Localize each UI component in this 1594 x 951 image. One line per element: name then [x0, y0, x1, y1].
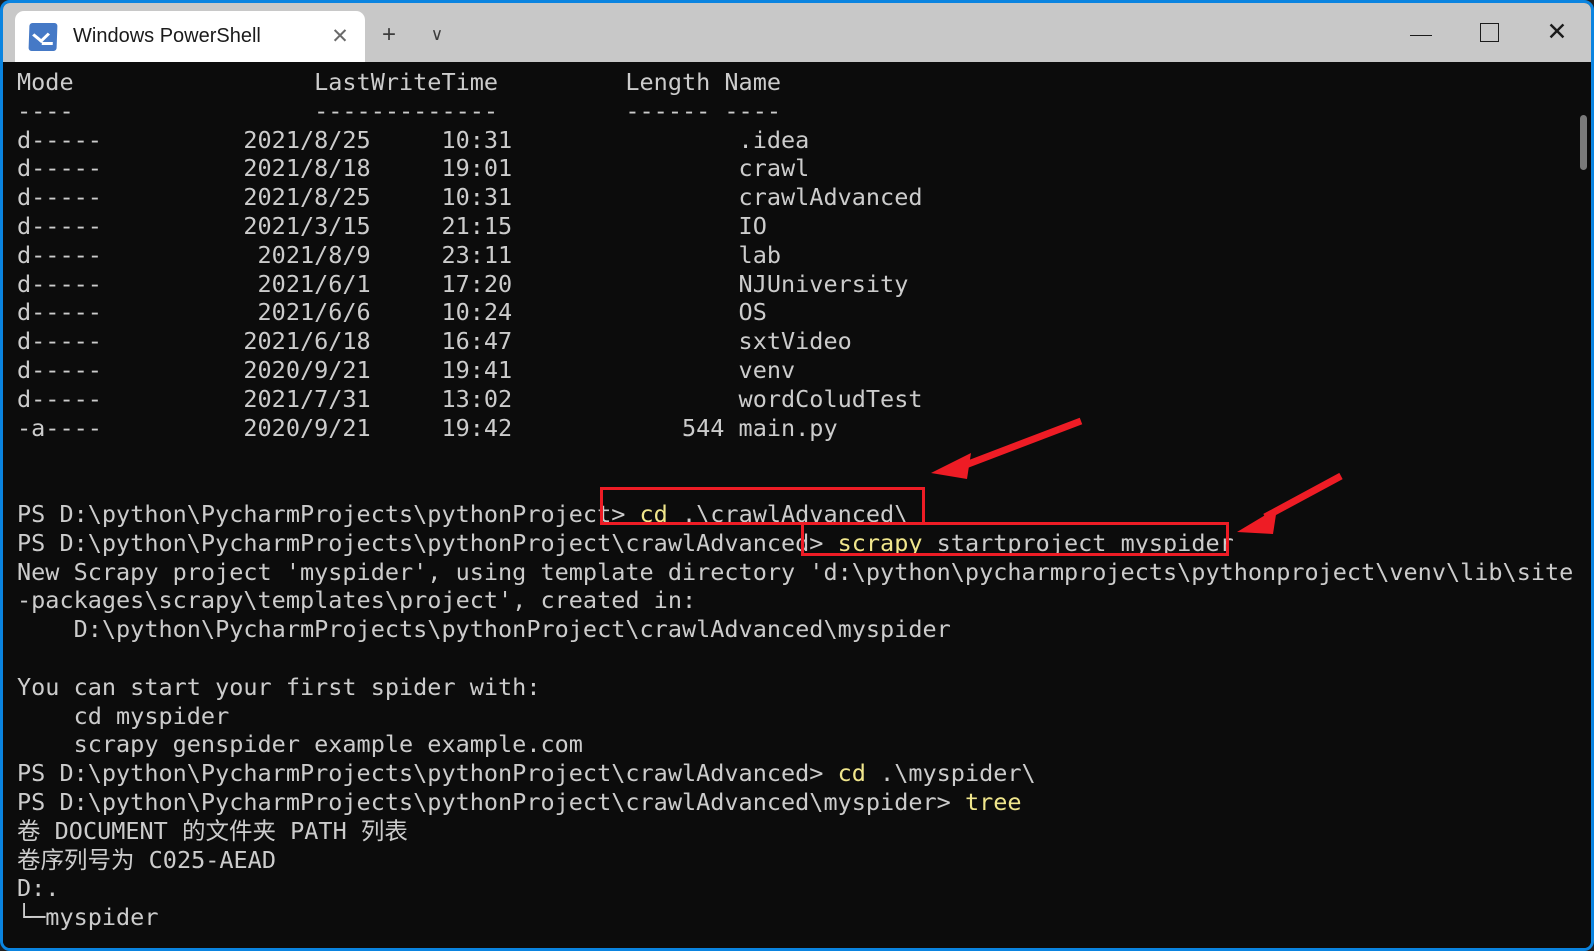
powershell-window: Windows PowerShell ✕ + ∨ ✕ Mode LastWrit… [0, 0, 1594, 951]
out-genspider: scrapy genspider example example.com [17, 730, 583, 759]
out-cdmyspider: cd myspider [17, 701, 230, 730]
close-button[interactable]: ✕ [1523, 3, 1591, 62]
out-treeitem: └─myspider [17, 903, 159, 932]
prompt-cd-crawladv: PS D:\python\PycharmProjects\pythonProje… [17, 500, 1591, 529]
tab-strip: Windows PowerShell ✕ + ∨ [3, 3, 461, 62]
row-mainpy: -a---- 2020/9/21 19:42 544 main.py [17, 413, 838, 442]
blank-1 [17, 442, 1591, 471]
prompt-text: .\myspider\ [865, 759, 1036, 788]
prompt-text: .\crawlAdvanced\ [667, 499, 909, 528]
close-tab-icon[interactable]: ✕ [321, 18, 359, 56]
title-bar: Windows PowerShell ✕ + ∨ ✕ [3, 3, 1591, 62]
row-nju: d----- 2021/6/1 17:20 NJUniversity [17, 269, 909, 298]
powershell-icon [28, 22, 58, 51]
command-token: tree [964, 787, 1022, 816]
out-volpath: 卷 DOCUMENT 的文件夹 PATH 列表 [17, 816, 408, 845]
prompt-tree: PS D:\python\PycharmProjects\pythonProje… [17, 788, 1591, 817]
row-crawladv: d----- 2021/8/25 10:31 crawlAdvanced [17, 183, 923, 212]
prompt-text: startproject myspider [922, 528, 1234, 557]
chevron-down-icon[interactable]: ∨ [413, 15, 461, 55]
out-createdpath: D:\python\PycharmProjects\pythonProject\… [17, 615, 951, 644]
row-crawl: d----- 2021/8/18 19:01 crawl [17, 154, 810, 183]
out-packages: -packages\scrapy\templates\project', cre… [17, 586, 697, 615]
console-scrollbar[interactable] [1580, 65, 1587, 948]
tab-title: Windows PowerShell [73, 25, 261, 47]
out-startspider: You can start your first spider with: [17, 672, 541, 701]
hdr-rule: ---- ------------- ------ ---- [17, 96, 782, 125]
row-io: d----- 2021/3/15 21:15 IO [17, 211, 767, 240]
out-volserial: 卷序列号为 C025-AEAD [17, 845, 276, 874]
tab-windows-powershell[interactable]: Windows PowerShell ✕ [15, 11, 365, 62]
tab-actions: + ∨ [365, 11, 461, 62]
row-sxt: d----- 2021/6/18 16:47 sxtVideo [17, 327, 852, 356]
command-token: cd [639, 499, 668, 528]
row-venv: d----- 2020/9/21 19:41 venv [17, 355, 796, 384]
blank-2 [17, 471, 1591, 500]
row-lab: d----- 2021/8/9 23:11 lab [17, 240, 782, 269]
row-os: d----- 2021/6/6 10:24 OS [17, 298, 767, 327]
prompt-startproject: PS D:\python\PycharmProjects\pythonProje… [17, 529, 1591, 558]
prompt-text: PS D:\python\PycharmProjects\pythonProje… [17, 499, 640, 528]
minimize-button[interactable] [1387, 3, 1455, 62]
blank-3 [17, 644, 1591, 673]
prompt-text: PS D:\python\PycharmProjects\pythonProje… [17, 787, 965, 816]
maximize-icon [1479, 23, 1499, 42]
prompt-text: PS D:\python\PycharmProjects\pythonProje… [17, 528, 838, 557]
console-output[interactable]: Mode LastWriteTime Length Name ---- -----… [3, 62, 1591, 948]
prompt-text: PS D:\python\PycharmProjects\pythonProje… [17, 759, 838, 788]
window-controls: ✕ [1387, 3, 1591, 62]
maximize-button[interactable] [1455, 3, 1523, 62]
command-token: cd [837, 759, 866, 788]
scrollbar-thumb[interactable] [1580, 115, 1587, 170]
new-tab-icon[interactable]: + [365, 15, 413, 55]
close-icon: ✕ [1546, 18, 1568, 46]
out-newproject: New Scrapy project 'myspider', using tem… [17, 557, 1574, 586]
row-idea: d----- 2021/8/25 10:31 .idea [17, 125, 810, 154]
out-droot: D:. [17, 874, 60, 903]
hdr-cols: Mode LastWriteTime Length Name [17, 68, 782, 96]
prompt-cd-myspider: PS D:\python\PycharmProjects\pythonProje… [17, 759, 1591, 788]
minimize-icon [1410, 35, 1432, 36]
row-wordcloud: d----- 2021/7/31 13:02 wordColudTest [17, 384, 923, 413]
command-token: scrapy [837, 528, 923, 557]
